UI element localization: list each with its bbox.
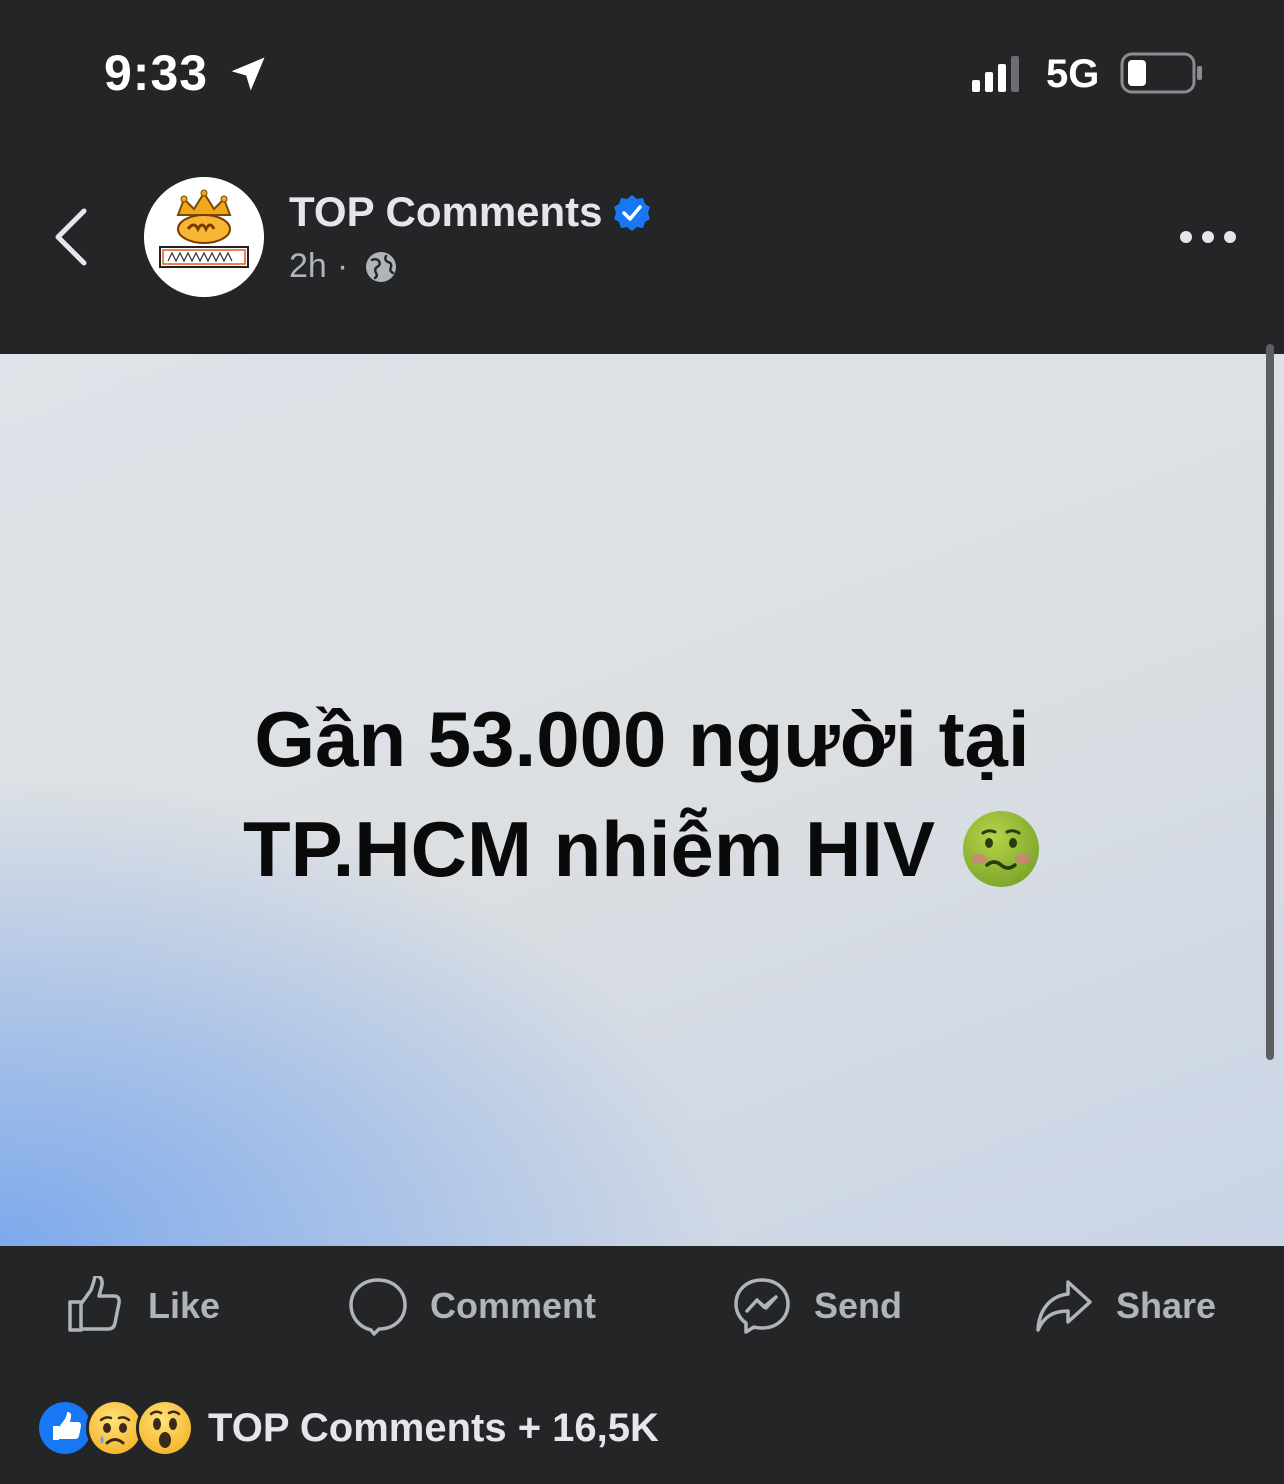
post-text-line2-row: TP.HCM nhiễm HIV bbox=[243, 794, 1041, 904]
post-action-bar: Like Comment Send Share bbox=[0, 1250, 1284, 1360]
more-options-button[interactable] bbox=[1180, 222, 1242, 252]
dot-icon bbox=[1180, 231, 1192, 243]
signal-bars-icon bbox=[972, 56, 1019, 92]
post-time[interactable]: 2h bbox=[289, 247, 327, 286]
dot-icon bbox=[1202, 231, 1214, 243]
verified-badge-icon bbox=[614, 195, 650, 231]
top-comments-logo-icon bbox=[144, 177, 264, 297]
messenger-icon bbox=[734, 1278, 790, 1334]
post-meta: 2h · bbox=[289, 247, 398, 286]
send-label: Send bbox=[814, 1285, 903, 1326]
nauseated-face-emoji-icon bbox=[962, 811, 1039, 887]
post-text-line2: TP.HCM nhiễm HIV bbox=[243, 805, 935, 893]
battery-icon bbox=[1120, 52, 1202, 94]
like-label: Like bbox=[148, 1285, 221, 1326]
share-arrow-icon bbox=[1036, 1280, 1092, 1332]
scrollbar[interactable] bbox=[1266, 344, 1274, 1060]
share-label: Share bbox=[1116, 1285, 1217, 1326]
back-chevron-icon[interactable] bbox=[50, 205, 94, 269]
reactions-summary[interactable]: TOP Comments + 16,5K bbox=[36, 1399, 659, 1457]
post-text-line1: Gần 53.000 người tại bbox=[254, 695, 1030, 783]
comment-label: Comment bbox=[430, 1285, 597, 1326]
location-arrow-icon bbox=[231, 57, 265, 91]
comment-button[interactable]: Comment bbox=[348, 1276, 596, 1336]
status-bar: 9:33 5G bbox=[0, 0, 1284, 150]
status-time: 9:33 bbox=[104, 45, 209, 101]
globe-icon bbox=[366, 251, 397, 282]
post-image[interactable]: Gần 53.000 người tại TP.HCM nhiễm HIV bbox=[0, 354, 1284, 1246]
comment-bubble-icon bbox=[349, 1278, 407, 1336]
reactions-summary-text: TOP Comments + 16,5K bbox=[208, 1405, 659, 1450]
dot-icon bbox=[1224, 231, 1236, 243]
page-avatar[interactable] bbox=[144, 177, 264, 297]
send-button[interactable]: Send bbox=[732, 1276, 902, 1336]
network-type: 5G bbox=[1046, 52, 1100, 96]
like-button[interactable]: Like bbox=[66, 1276, 220, 1336]
post-text: Gần 53.000 người tại TP.HCM nhiễm HIV bbox=[130, 684, 1154, 904]
wow-reaction-icon bbox=[136, 1399, 194, 1457]
thumbs-up-icon bbox=[68, 1276, 121, 1332]
page-name[interactable]: TOP Comments bbox=[289, 188, 603, 236]
share-button[interactable]: Share bbox=[1034, 1276, 1216, 1336]
meta-separator: · bbox=[336, 247, 349, 285]
